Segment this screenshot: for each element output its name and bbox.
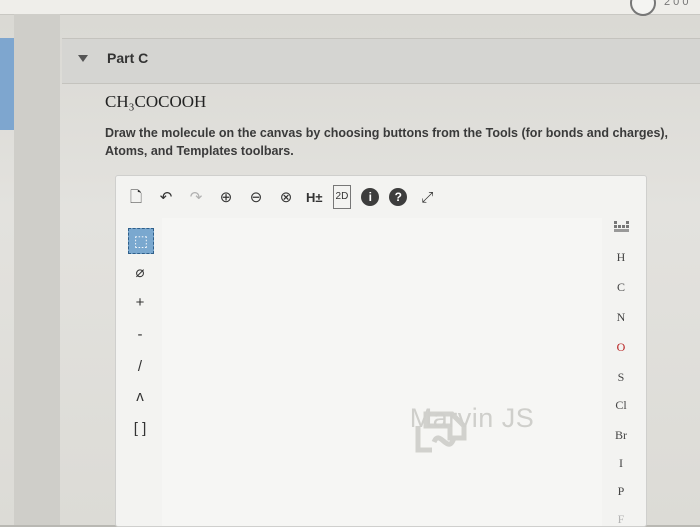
selection-icon[interactable]: ⬚ bbox=[128, 228, 154, 254]
atom-cl-button[interactable]: Cl bbox=[606, 398, 636, 413]
part-header[interactable] bbox=[62, 38, 700, 84]
atom-p-button[interactable]: P bbox=[606, 484, 636, 499]
new-document-icon[interactable]: 🗋 bbox=[126, 187, 146, 207]
atom-i-button[interactable]: I bbox=[606, 456, 636, 471]
left-sidebar-panel bbox=[14, 14, 60, 525]
navigation-circle-icon[interactable] bbox=[630, 0, 656, 16]
drawing-canvas[interactable]: Marvin JS bbox=[162, 218, 602, 526]
help-icon[interactable]: ? bbox=[389, 188, 408, 206]
atom-h-button[interactable]: H bbox=[606, 250, 636, 265]
single-bond-icon[interactable]: / bbox=[128, 354, 152, 378]
explicit-hydrogens-icon[interactable]: H± bbox=[306, 187, 323, 207]
question-instructions: Draw the molecule on the canvas by choos… bbox=[105, 126, 669, 158]
atoms-toolbar: H C N O S Cl Br I P F bbox=[606, 176, 636, 526]
atom-br-button[interactable]: Br bbox=[606, 428, 636, 443]
left-toolbar: ⬚ ⌀ + - / ʌ [ ] bbox=[116, 218, 162, 526]
info-icon[interactable]: i bbox=[361, 188, 380, 206]
zoom-out-icon[interactable]: ⊖ bbox=[246, 187, 266, 207]
left-accent-bar bbox=[0, 38, 14, 130]
periodic-table-icon[interactable] bbox=[613, 220, 630, 234]
chain-icon[interactable]: ʌ bbox=[128, 384, 152, 408]
zoom-in-icon[interactable]: ⊕ bbox=[216, 187, 236, 207]
atom-s-button[interactable]: S bbox=[606, 370, 636, 385]
decrease-charge-icon[interactable]: - bbox=[128, 322, 152, 346]
undo-icon[interactable]: ↶ bbox=[156, 187, 176, 207]
fullscreen-icon[interactable]: ⤢ bbox=[417, 187, 437, 207]
redo-icon[interactable]: ↷ bbox=[186, 187, 206, 207]
atom-o-button[interactable]: O bbox=[606, 340, 636, 355]
page: 2 0 0 Part C CH₃COCOOH Draw the molecule… bbox=[0, 0, 700, 527]
atom-c-button[interactable]: C bbox=[606, 280, 636, 295]
browser-top-strip: 2 0 0 bbox=[0, 0, 700, 16]
atom-n-button[interactable]: N bbox=[606, 310, 636, 325]
bracket-icon[interactable]: [ ] bbox=[128, 416, 152, 440]
collapse-caret-icon[interactable] bbox=[78, 55, 88, 62]
molecule-formula: CH₃COCOOH bbox=[105, 92, 207, 111]
marvin-editor: 🗋 ↶ ↷ ⊕ ⊖ ⊗ H± 2D i ? ⤢ ⬚ ⌀ + - / ʌ [ ] bbox=[115, 175, 647, 527]
increase-charge-icon[interactable]: + bbox=[128, 290, 152, 314]
clean-2d-icon[interactable]: 2D bbox=[332, 185, 352, 209]
marvin-js-watermark: Marvin JS bbox=[409, 403, 535, 433]
page-indicator: 2 0 0 bbox=[664, 0, 689, 8]
eraser-icon[interactable]: ⌀ bbox=[128, 260, 152, 284]
top-toolbar: 🗋 ↶ ↷ ⊕ ⊖ ⊗ H± 2D i ? ⤢ bbox=[116, 176, 606, 218]
part-title: Part C bbox=[107, 50, 149, 66]
zoom-reset-icon[interactable]: ⊗ bbox=[276, 187, 296, 207]
